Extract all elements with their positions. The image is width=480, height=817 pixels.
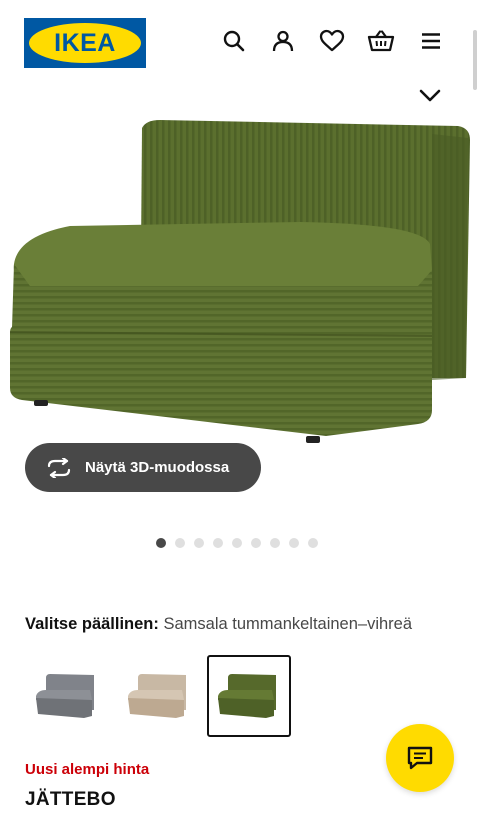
chat-icon [406, 745, 434, 771]
chevron-down-icon[interactable] [418, 86, 442, 106]
search-icon[interactable] [220, 27, 248, 55]
carousel-dot[interactable] [194, 538, 204, 548]
ikea-logo[interactable]: IKEA [24, 18, 146, 68]
logo-text: IKEA [54, 28, 116, 57]
swatch-grey[interactable] [25, 655, 109, 737]
carousel-dot[interactable] [251, 538, 261, 548]
swatch-beige[interactable] [117, 655, 201, 737]
cover-label: Valitse päällinen: [25, 615, 159, 633]
carousel-dot[interactable] [213, 538, 223, 548]
carousel-dot[interactable] [270, 538, 280, 548]
rotate-3d-icon [45, 457, 73, 478]
price-badge: Uusi alempi hinta [25, 761, 150, 778]
product-name: JÄTTEBO [25, 789, 116, 810]
view-3d-label: Näytä 3D-muodossa [85, 459, 230, 476]
menu-icon[interactable] [417, 27, 445, 55]
carousel-dot[interactable] [289, 538, 299, 548]
carousel-pagination [0, 538, 480, 550]
carousel-dot[interactable] [232, 538, 242, 548]
heart-icon[interactable] [318, 27, 346, 55]
header: IKEA [0, 0, 480, 84]
user-icon[interactable] [269, 27, 297, 55]
cover-value: Samsala tummankeltainen–vihreä [163, 615, 413, 633]
chat-button[interactable] [386, 724, 454, 792]
scrollbar[interactable] [473, 30, 477, 90]
swatch-green[interactable] [207, 655, 291, 737]
cart-icon[interactable] [367, 27, 395, 55]
carousel-dot[interactable] [156, 538, 166, 548]
product-image[interactable] [0, 110, 480, 460]
carousel-dot[interactable] [308, 538, 318, 548]
carousel-dot[interactable] [175, 538, 185, 548]
view-3d-button[interactable]: Näytä 3D-muodossa [25, 443, 261, 492]
cover-selection-heading: Valitse päällinen: Samsala tummankeltain… [25, 615, 412, 634]
